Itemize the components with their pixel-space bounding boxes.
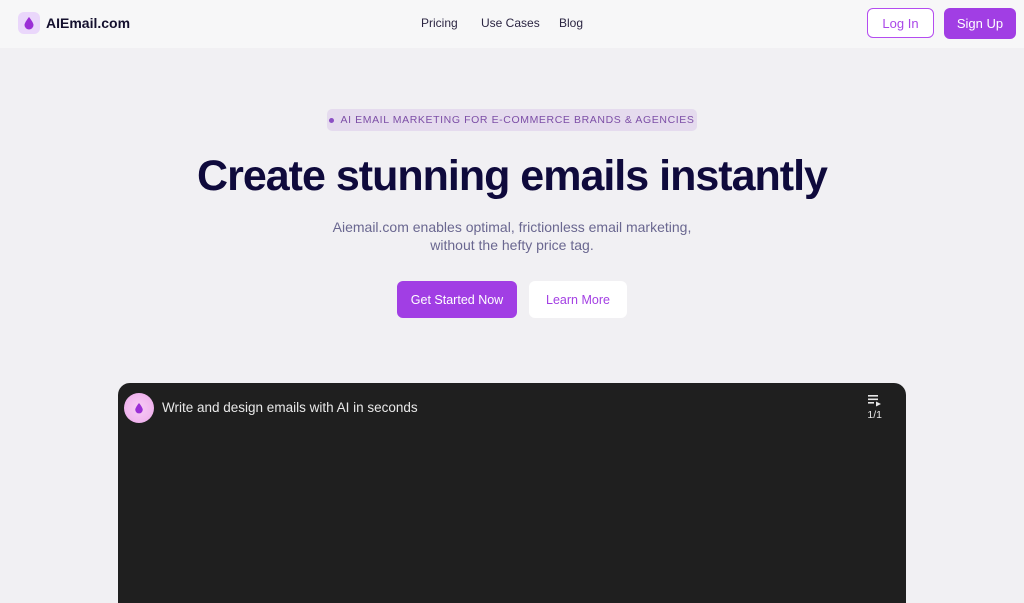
playlist-icon bbox=[867, 395, 881, 407]
droplet-icon bbox=[135, 403, 143, 414]
bullet-dot-icon bbox=[329, 117, 335, 123]
hero-subhead: Aiemail.com enables optimal, frictionles… bbox=[332, 219, 692, 253]
playlist-button[interactable]: 1/1 bbox=[867, 395, 882, 421]
signup-button[interactable]: Sign Up bbox=[944, 8, 1016, 39]
brand-name: AIEmail.com bbox=[46, 15, 131, 31]
hero-eyebrow-badge: AI EMAIL MARKETING FOR E-COMMERCE BRANDS… bbox=[327, 109, 697, 131]
channel-avatar[interactable] bbox=[124, 393, 154, 423]
login-button[interactable]: Log In bbox=[867, 8, 934, 38]
droplet-icon bbox=[18, 12, 40, 34]
nav-link-blog[interactable]: Blog bbox=[559, 16, 583, 30]
playlist-count: 1/1 bbox=[867, 409, 882, 421]
hero-headline: Create stunning emails instantly bbox=[197, 152, 828, 200]
get-started-button[interactable]: Get Started Now bbox=[397, 281, 517, 318]
brand[interactable]: AIEmail.com bbox=[18, 12, 130, 34]
learn-more-button[interactable]: Learn More bbox=[529, 281, 627, 318]
top-nav: AIEmail.com Pricing Use Cases Blog Log I… bbox=[0, 0, 1024, 48]
nav-link-pricing[interactable]: Pricing bbox=[421, 16, 458, 30]
video-title[interactable]: Write and design emails with AI in secon… bbox=[162, 400, 418, 415]
video-player[interactable]: Write and design emails with AI in secon… bbox=[118, 383, 906, 603]
eyebrow-text: AI EMAIL MARKETING FOR E-COMMERCE BRANDS… bbox=[340, 114, 695, 126]
nav-link-use-cases[interactable]: Use Cases bbox=[481, 16, 540, 30]
